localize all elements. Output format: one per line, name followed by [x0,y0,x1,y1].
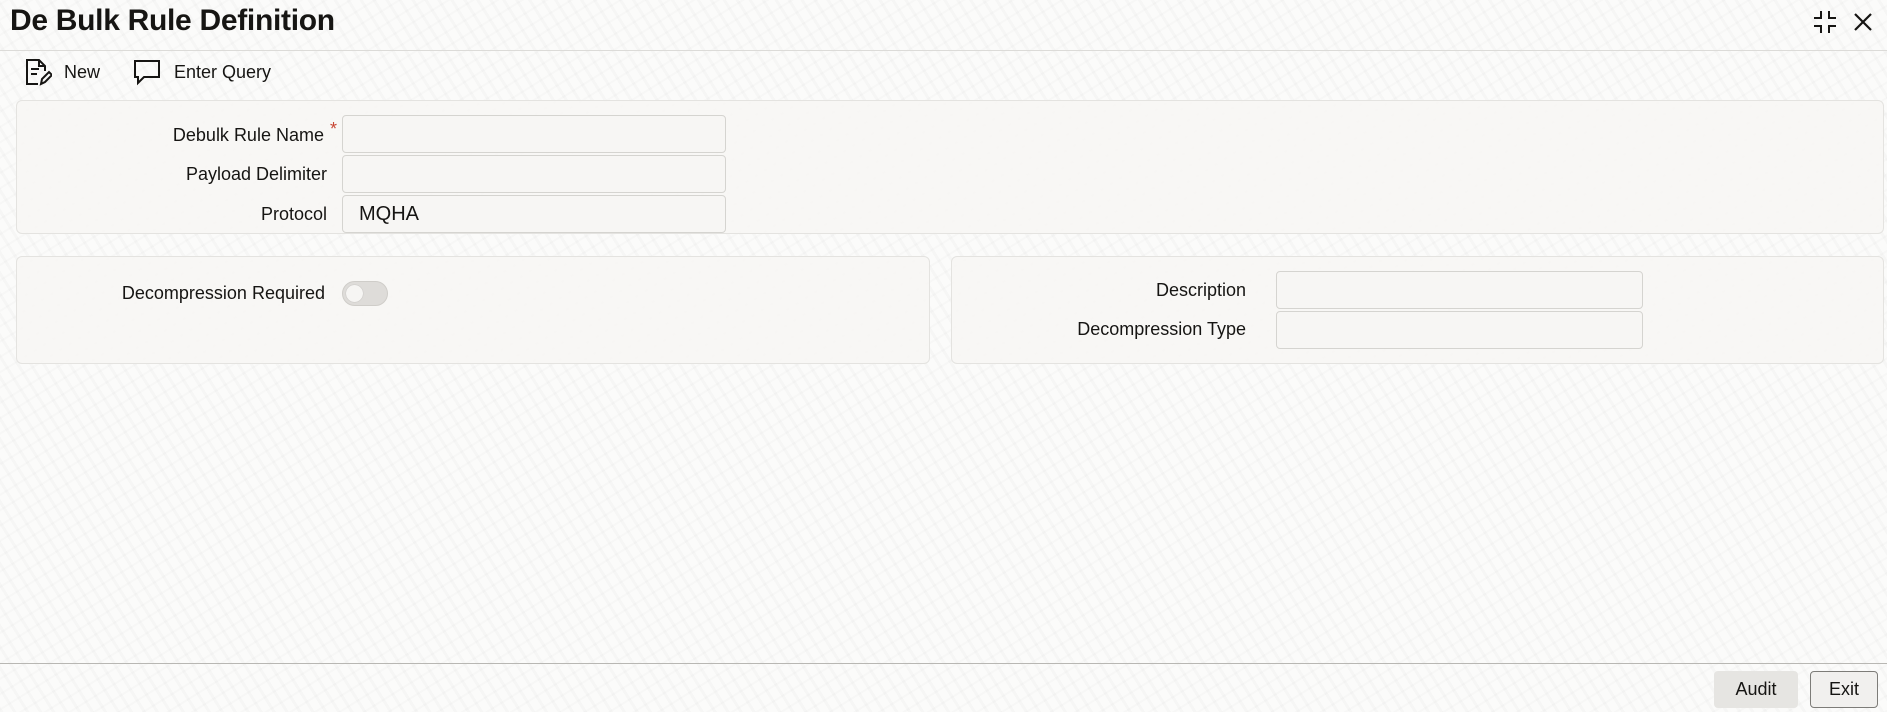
description-label: Description [1155,280,1246,300]
debulk-rule-name-field[interactable] [342,115,726,153]
new-button-label: New [64,61,101,82]
decompression-required-toggle[interactable] [342,281,388,306]
protocol-field[interactable] [342,195,726,233]
debulk-rule-name-label: Debulk Rule Name * [172,119,337,145]
page-title: De Bulk Rule Definition [10,4,335,37]
close-icon[interactable] [1847,6,1879,38]
protocol-label: Protocol [260,204,327,224]
rule-header-panel: Debulk Rule Name * Payload Delimiter Prot… [16,100,1884,234]
decompression-required-label: Decompression Required [121,283,325,303]
footer-divider [0,663,1887,664]
collapse-icon[interactable] [1809,6,1841,38]
decompression-panel: Decompression Required [16,256,930,364]
exit-button[interactable]: Exit [1810,671,1878,708]
title-divider [0,50,1887,51]
decompression-type-field[interactable] [1276,311,1643,349]
enter-query-label: Enter Query [174,61,272,82]
payload-delimiter-label: Payload Delimiter [185,164,327,184]
enter-query-button[interactable]: Enter Query [132,56,271,88]
audit-button[interactable]: Audit [1714,671,1798,708]
toggle-knob [346,285,363,302]
decompression-type-label: Decompression Type [1077,319,1246,339]
description-field[interactable] [1276,271,1643,309]
description-panel: Description Decompression Type [951,256,1884,364]
required-asterisk: * [329,119,337,139]
payload-delimiter-field[interactable] [342,155,726,193]
new-button[interactable]: New [22,56,100,88]
new-document-icon [26,59,52,86]
toolbar: New Enter Query [22,56,271,88]
window-controls [1809,6,1879,38]
chat-bubble-icon [134,60,161,86]
